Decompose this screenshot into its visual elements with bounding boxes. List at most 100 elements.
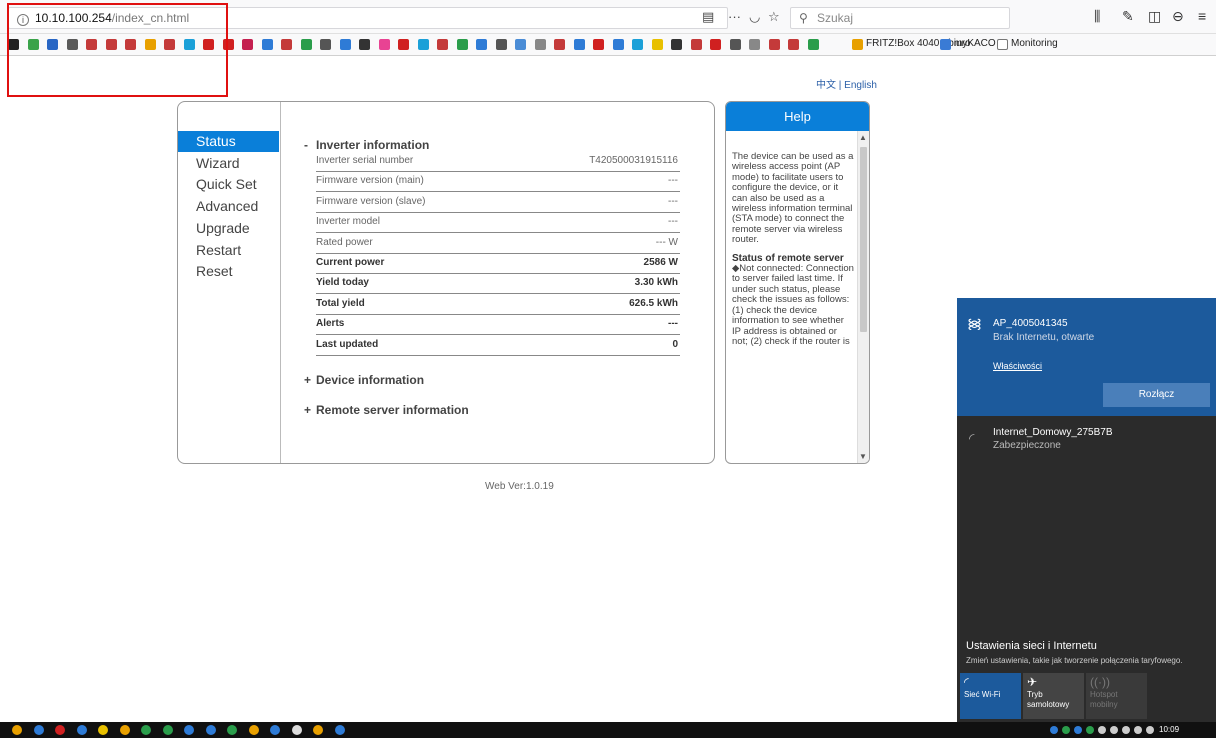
qa-airplane-label: Tryb samolotowy xyxy=(1027,690,1070,709)
bookmark-favicon-icon[interactable] xyxy=(788,39,799,50)
remote-section-title[interactable]: Remote server information xyxy=(316,403,469,417)
wifi-properties-link[interactable]: Właściwości xyxy=(993,361,1042,371)
bookmark-favicon-icon[interactable] xyxy=(632,39,643,50)
bookmark-favicon-icon[interactable] xyxy=(378,39,390,50)
lang-en-link[interactable]: English xyxy=(844,80,877,91)
menu-item-advanced[interactable]: Advanced xyxy=(178,196,279,217)
menu-item-wizard[interactable]: Wizard xyxy=(178,153,279,174)
menu-item-reset[interactable]: Reset xyxy=(178,261,279,282)
tray-icon[interactable] xyxy=(1110,726,1118,734)
page-actions-icon[interactable]: ··· xyxy=(728,9,741,24)
bookmark-mykaco[interactable]: myKACO xyxy=(954,38,996,49)
scrollbar-thumb[interactable] xyxy=(860,147,867,332)
bookmark-favicon-icon[interactable] xyxy=(768,39,780,50)
library-icon[interactable]: ⫼ xyxy=(1094,8,1100,25)
table-row: Inverter model --- xyxy=(316,213,680,234)
help-scrollbar[interactable]: ▲ ▼ xyxy=(857,131,869,463)
inverter-section-toggle[interactable]: - xyxy=(304,138,308,152)
bookmark-favicon-icon[interactable] xyxy=(710,39,721,50)
taskbar-app-icon[interactable] xyxy=(313,725,323,735)
qa-wifi[interactable]: ◜ Sieć Wi-Fi xyxy=(960,673,1021,719)
scroll-down-icon[interactable]: ▼ xyxy=(859,452,867,461)
taskbar-app-icon[interactable] xyxy=(119,725,130,735)
bookmark-favicon-icon[interactable] xyxy=(398,39,409,50)
bookmark-favicon-icon[interactable] xyxy=(671,39,682,50)
menu-item-restart[interactable]: Restart xyxy=(178,240,279,261)
bookmark-favicon-icon[interactable] xyxy=(554,39,565,50)
lang-cn-link[interactable]: 中文 xyxy=(816,80,836,91)
menu-item-quick-set[interactable]: Quick Set xyxy=(178,174,279,195)
search-input[interactable]: ⚲ Szukaj xyxy=(790,7,1010,29)
wifi-network-connected[interactable]: ᯼ AP_4005041345 Brak Internetu, otwarte … xyxy=(957,298,1216,416)
pocket-icon[interactable]: ◡ xyxy=(749,9,760,25)
scroll-up-icon[interactable]: ▲ xyxy=(859,133,867,142)
tray-icon[interactable] xyxy=(1074,726,1082,734)
inverter-section-title[interactable]: Inverter information xyxy=(316,138,429,152)
bookmark-favicon-icon[interactable] xyxy=(261,39,273,50)
taskbar-app-icon[interactable] xyxy=(248,725,259,735)
airplane-icon: ✈ xyxy=(1027,675,1038,689)
table-row: Yield today 3.30 kWh xyxy=(316,274,680,295)
bookmark-favicon-icon[interactable] xyxy=(612,39,624,50)
taskbar-app-icon[interactable] xyxy=(227,725,237,735)
bookmark-favicon-icon[interactable] xyxy=(690,39,702,50)
bookmark-favicon-icon[interactable] xyxy=(651,39,663,50)
bookmark-monitoring[interactable]: Monitoring xyxy=(1011,38,1058,49)
qa-hotspot[interactable]: ((·)) Hotspot mobilny xyxy=(1086,673,1147,719)
menu-item-status[interactable]: Status xyxy=(178,131,279,152)
row-label: Current power xyxy=(316,257,385,268)
taskbar-app-icon[interactable] xyxy=(334,725,345,735)
bookmark-favicon-icon[interactable] xyxy=(456,39,468,50)
tray-icon[interactable] xyxy=(1050,726,1058,734)
bookmark-favicon-icon[interactable] xyxy=(534,39,546,50)
taskbar-app-icon[interactable] xyxy=(33,725,44,735)
taskbar-app-icon[interactable] xyxy=(55,725,65,735)
network-settings-link[interactable]: Ustawienia sieci i Internetu xyxy=(966,640,1097,652)
bookmark-favicon-icon[interactable] xyxy=(573,39,585,50)
bookmark-favicon-icon[interactable] xyxy=(495,39,507,50)
disconnect-button[interactable]: Rozłącz xyxy=(1103,383,1210,407)
tray-icon[interactable] xyxy=(1062,726,1070,734)
tray-icon[interactable] xyxy=(1122,726,1130,734)
qa-airplane[interactable]: ✈ Tryb samolotowy xyxy=(1023,673,1084,719)
row-value: 0 xyxy=(672,338,678,350)
account-icon[interactable]: ⊖ xyxy=(1172,8,1184,25)
bookmark-favicon-icon[interactable] xyxy=(593,39,604,50)
taskbar-app-icon[interactable] xyxy=(98,725,108,735)
menu-icon[interactable]: ≡ xyxy=(1198,8,1206,24)
sidebar-icon[interactable]: ◫ xyxy=(1148,8,1161,25)
taskbar-app-icon[interactable] xyxy=(141,725,151,735)
wifi-ssid-other: Internet_Domowy_275B7B xyxy=(993,427,1113,438)
taskbar-app-icon[interactable] xyxy=(12,725,22,735)
bookmark-favicon-icon[interactable] xyxy=(281,39,292,50)
reader-view-icon[interactable]: ▤ xyxy=(702,9,714,25)
taskbar-app-icon[interactable] xyxy=(162,725,173,735)
bookmark-favicon-icon[interactable] xyxy=(242,39,253,50)
taskbar-app-icon[interactable] xyxy=(291,725,302,735)
tray-icon[interactable] xyxy=(1086,726,1094,734)
device-section-toggle[interactable]: + xyxy=(304,373,311,387)
bookmark-favicon-icon[interactable] xyxy=(749,39,760,50)
taskbar-app-icon[interactable] xyxy=(270,725,280,735)
device-section-title[interactable]: Device information xyxy=(316,373,424,387)
bookmark-favicon-icon[interactable] xyxy=(359,39,370,50)
bookmark-star-icon[interactable]: ☆ xyxy=(768,9,780,25)
bookmark-favicon-icon[interactable] xyxy=(476,39,487,50)
menu-item-upgrade[interactable]: Upgrade xyxy=(178,218,279,239)
tray-icon[interactable] xyxy=(1098,726,1106,734)
tray-icon[interactable] xyxy=(1134,726,1142,734)
taskbar-app-icon[interactable] xyxy=(184,725,194,735)
bookmark-favicon-icon[interactable] xyxy=(417,39,429,50)
bookmark-favicon-icon[interactable] xyxy=(300,39,312,50)
bookmark-favicon-icon[interactable] xyxy=(515,39,526,50)
tray-icon[interactable] xyxy=(1146,726,1154,734)
bookmark-favicon-icon[interactable] xyxy=(339,39,351,50)
bookmark-favicon-icon[interactable] xyxy=(320,39,331,50)
bookmark-favicon-icon[interactable] xyxy=(729,39,741,50)
bookmark-favicon-icon[interactable] xyxy=(807,39,819,50)
edit-icon[interactable]: ✎ xyxy=(1122,8,1134,25)
bookmark-favicon-icon[interactable] xyxy=(437,39,448,50)
taskbar-app-icon[interactable] xyxy=(205,725,216,735)
taskbar-app-icon[interactable] xyxy=(76,725,87,735)
remote-section-toggle[interactable]: + xyxy=(304,403,311,417)
